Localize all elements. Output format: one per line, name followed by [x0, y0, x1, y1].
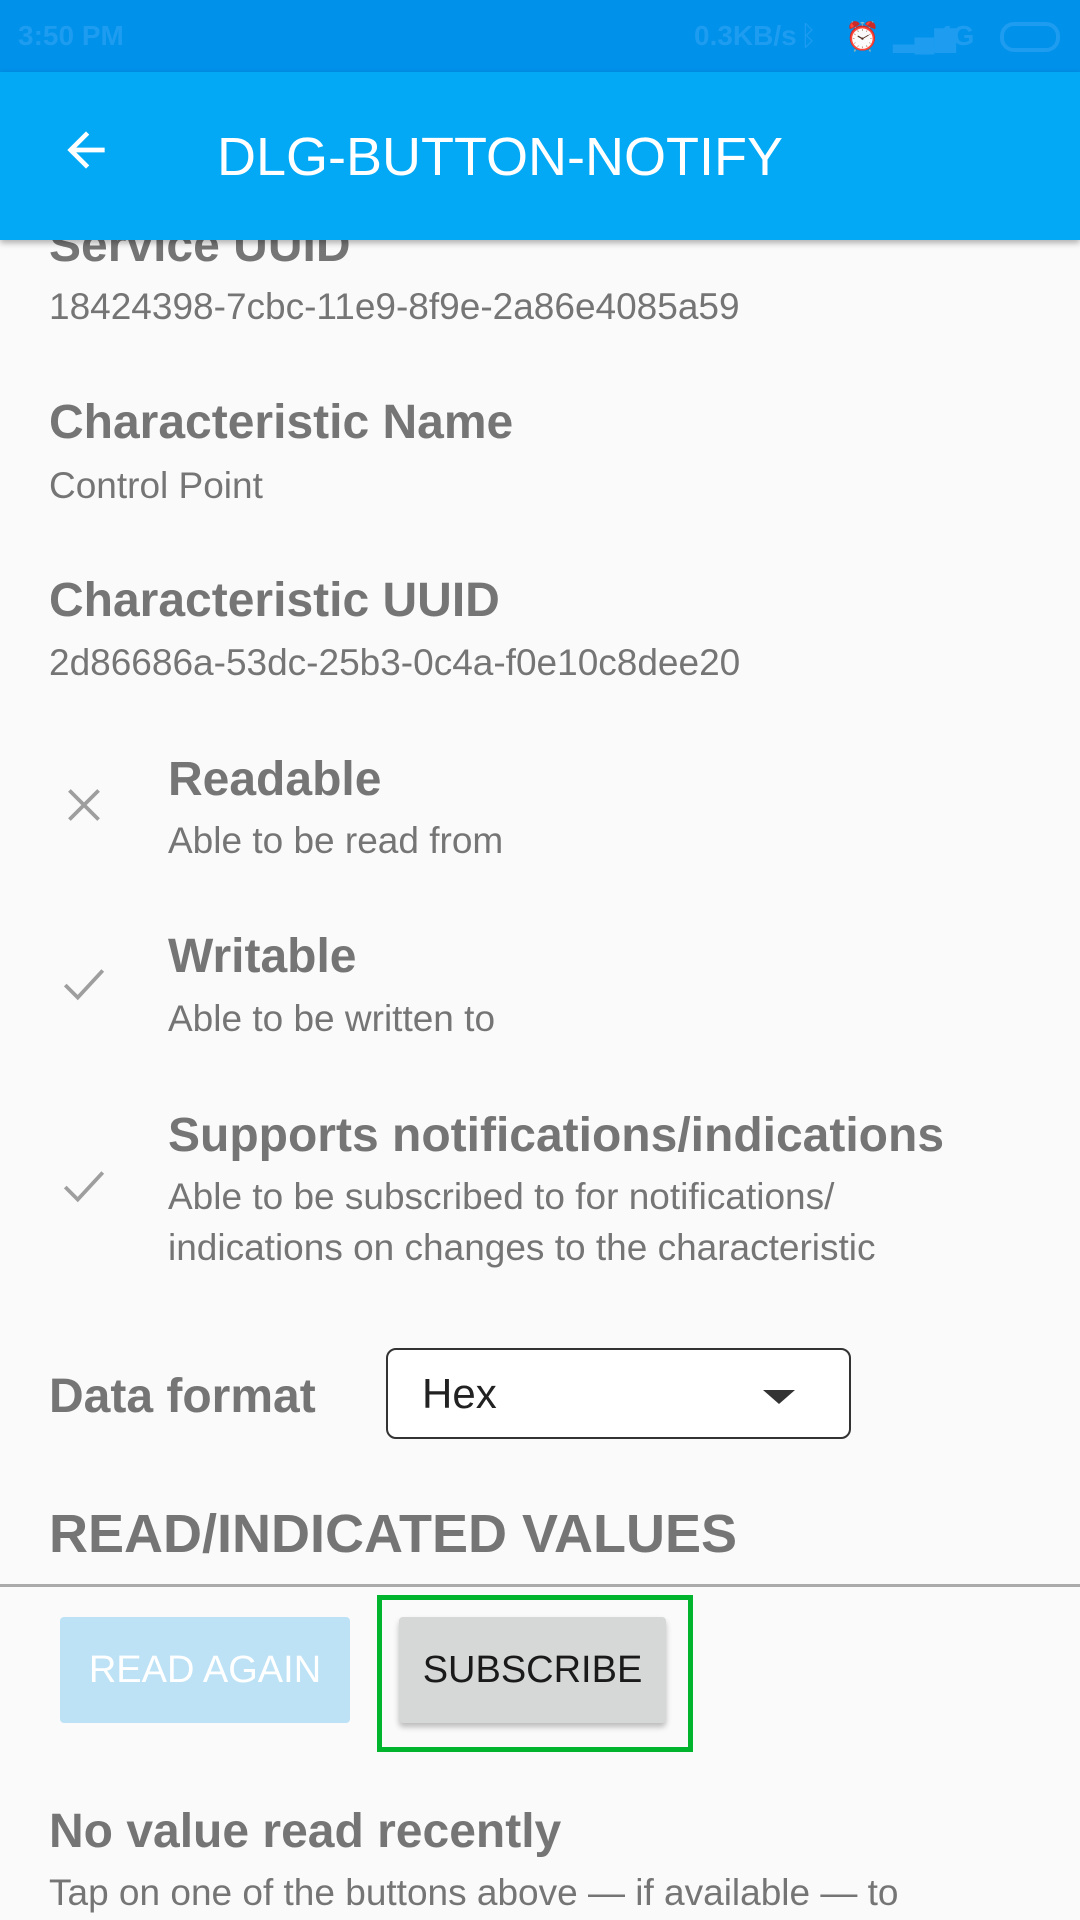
notifications-desc-line1: Able to be subscribed to for notificatio…: [168, 1176, 835, 1217]
alarm-icon: ⏰: [845, 21, 880, 52]
page-title: DLG-BUTTON-NOTIFY: [217, 127, 783, 187]
net-speed: 0.3KB/s: [694, 20, 797, 51]
data-format-selected: Hex: [422, 1370, 497, 1417]
characteristic-name-value: Control Point: [49, 465, 263, 506]
status-bar: 3:50 PM 0.3KB/s ᛒ ⏰ ▂▄▆ 4G: [0, 0, 1080, 72]
app-bar: DLG-BUTTON-NOTIFY: [0, 72, 1080, 240]
close-icon: [68, 789, 100, 821]
check-icon: [63, 969, 105, 1001]
chevron-down-icon: [763, 1390, 795, 1404]
battery-icon: [1000, 22, 1060, 52]
arrow-left-icon[interactable]: [58, 122, 114, 178]
characteristic-uuid-value: 2d86686a-53dc-25b3-0c4a-f0e10c8dee20: [49, 642, 741, 683]
bluetooth-icon: ᛒ: [800, 20, 817, 51]
readable-desc: Able to be read from: [168, 820, 504, 861]
empty-value-title: No value read recently: [49, 1805, 562, 1858]
characteristic-uuid-label: Characteristic UUID: [49, 574, 500, 627]
status-time: 3:50 PM: [18, 20, 124, 51]
values-heading: READ/INDICATED VALUES: [49, 1504, 738, 1564]
read-again-button[interactable]: READ AGAIN: [60, 1617, 350, 1723]
writable-title: Writable: [168, 930, 357, 983]
divider: [0, 1584, 1080, 1587]
characteristic-name-label: Characteristic Name: [49, 396, 514, 449]
writable-desc: Able to be written to: [168, 998, 496, 1039]
data-format-dropdown[interactable]: Hex: [386, 1348, 851, 1439]
service-uuid-value: 18424398-7cbc-11e9-8f9e-2a86e4085a59: [49, 286, 740, 327]
empty-value-desc: Tap on one of the buttons above — if ava…: [49, 1872, 899, 1913]
data-format-label: Data format: [49, 1370, 316, 1423]
check-icon: [63, 1171, 105, 1203]
notifications-title: Supports notifications/indications: [168, 1109, 945, 1162]
notifications-desc-line2: indications on changes to the characteri…: [168, 1227, 876, 1268]
network-type: 4G: [937, 20, 975, 51]
readable-title: Readable: [168, 753, 382, 806]
subscribe-highlight: [377, 1595, 693, 1752]
